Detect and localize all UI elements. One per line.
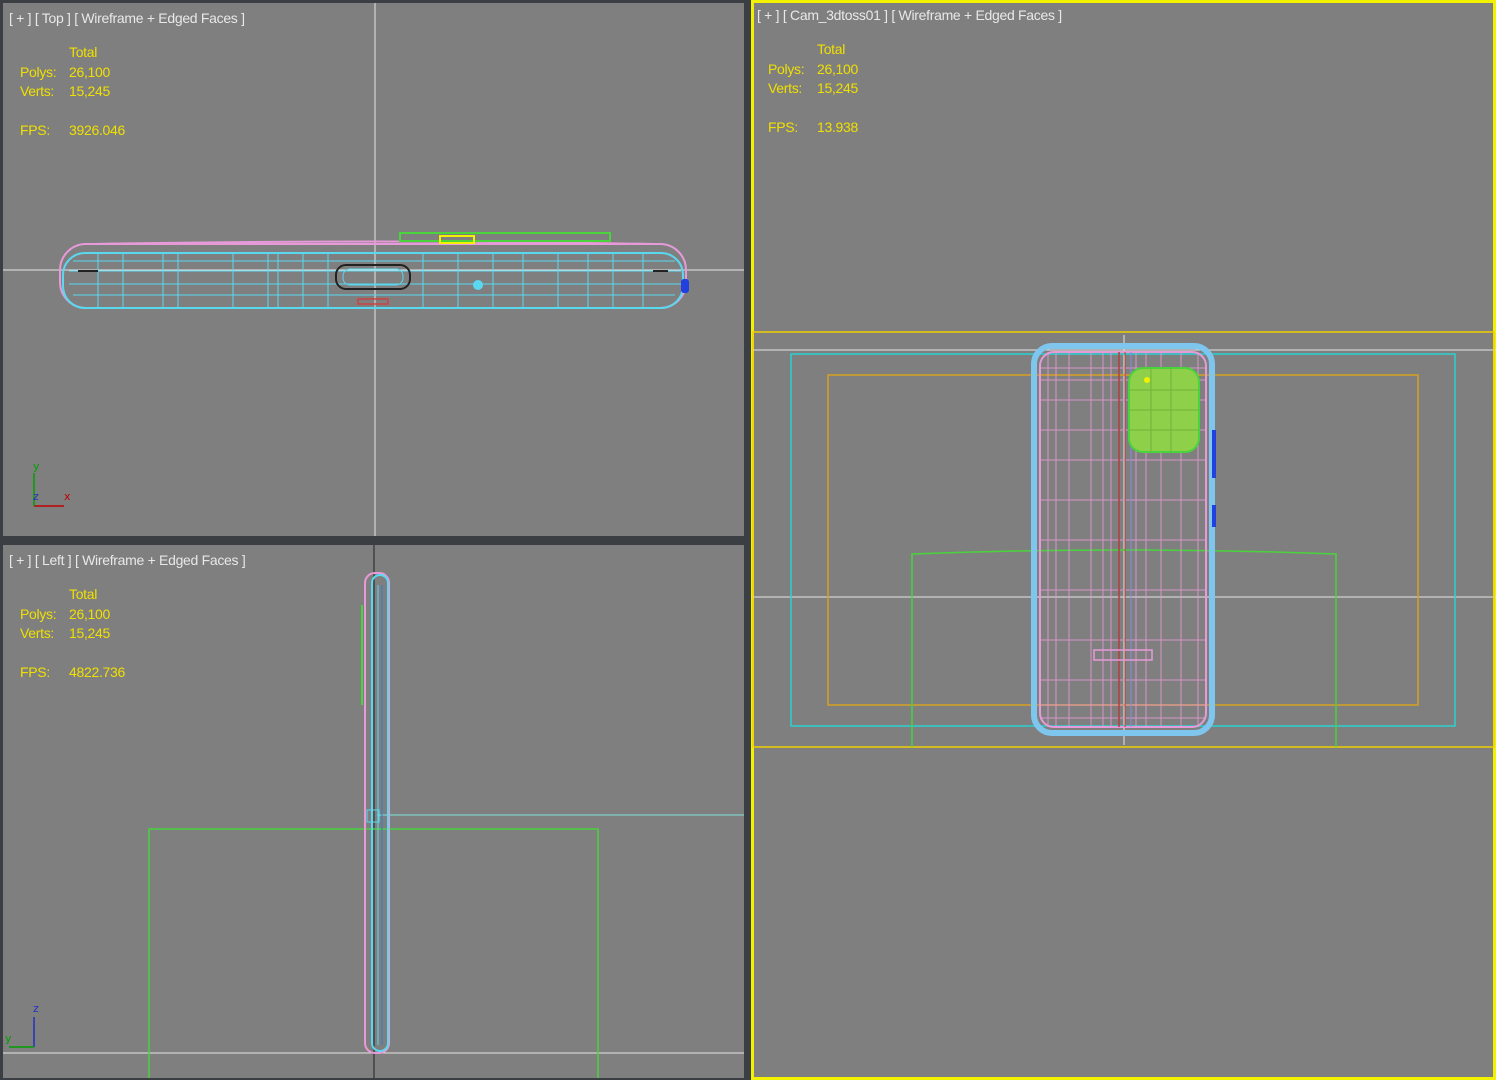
viewport-menu-plus[interactable]: [ + ] (757, 7, 780, 23)
viewport-shading-mode[interactable]: [ Wireframe + Edged Faces ] (75, 552, 246, 568)
viewport-label-top: [ + ] [ Top ] [ Wireframe + Edged Faces … (9, 10, 245, 26)
stats-polys-label: Polys: (20, 63, 57, 80)
axis-y-label: y (33, 460, 40, 473)
viewport-camera[interactable]: [ + ] [ Cam_3dtoss01 ] [ Wireframe + Edg… (751, 0, 1496, 1080)
viewport-point-of-view[interactable]: [ Top ] (35, 10, 71, 26)
stats-polys-value: 26,100 (69, 63, 111, 80)
viewport-top[interactable]: y x z [ + ] [ Top ] [ Wireframe + Edged … (3, 3, 744, 536)
statistics-camera: Total Polys: 26,100 Verts: 15,245 FPS: 13.9… (768, 40, 858, 137)
axis-z-label: z (33, 1002, 39, 1015)
viewport-menu-plus[interactable]: [ + ] (9, 10, 32, 26)
stats-fps-label: FPS: (20, 121, 50, 138)
phone-mesh-back[interactable] (1031, 343, 1216, 736)
stats-polys-value: 26,100 (69, 605, 111, 622)
statistics-top: Total Polys: 26,100 Verts: 15,245 FPS: 3926… (20, 43, 125, 140)
viewport-point-of-view[interactable]: [ Left ] (35, 552, 72, 568)
stats-fps-value: 3926.046 (69, 121, 125, 138)
viewport-label-camera: [ + ] [ Cam_3dtoss01 ] [ Wireframe + Edg… (757, 7, 1062, 23)
viewport-left[interactable]: z y [ + ] [ Left ] [ Wireframe + Edged F… (3, 545, 744, 1078)
stats-fps-label: FPS: (768, 118, 798, 135)
viewport-shading-mode[interactable]: [ Wireframe + Edged Faces ] (74, 10, 245, 26)
stats-total-header: Total (69, 44, 98, 60)
camera-view-scene (751, 331, 1496, 748)
stats-total-header: Total (817, 41, 846, 57)
stats-verts-label: Verts: (20, 83, 54, 99)
axis-y-label: y (5, 1032, 12, 1045)
stats-polys-label: Polys: (768, 60, 805, 77)
stats-verts-label: Verts: (20, 625, 54, 641)
stats-fps-value: 4822.736 (69, 663, 125, 680)
stats-polys-label: Polys: (20, 605, 57, 622)
viewport-point-of-view[interactable]: [ Cam_3dtoss01 ] (783, 7, 888, 23)
stats-polys-value: 26,100 (817, 60, 859, 77)
viewport-label-left: [ + ] [ Left ] [ Wireframe + Edged Faces… (9, 552, 246, 568)
stats-verts-value: 15,245 (69, 83, 111, 99)
statistics-left: Total Polys: 26,100 Verts: 15,245 FPS: 4822… (20, 585, 125, 682)
stats-fps-label: FPS: (20, 663, 50, 680)
axis-tripod-left (9, 1017, 35, 1048)
phone-mesh-side[interactable] (361, 572, 390, 1054)
stats-verts-value: 15,245 (817, 80, 859, 96)
axis-z-label: z (33, 490, 39, 503)
stats-verts-value: 15,245 (69, 625, 111, 641)
stats-fps-value: 13.938 (817, 118, 859, 135)
viewport-shading-mode[interactable]: [ Wireframe + Edged Faces ] (891, 7, 1062, 23)
viewport-menu-plus[interactable]: [ + ] (9, 552, 32, 568)
stats-verts-label: Verts: (768, 80, 802, 96)
axis-x-label: x (64, 490, 71, 503)
stats-total-header: Total (69, 586, 98, 602)
